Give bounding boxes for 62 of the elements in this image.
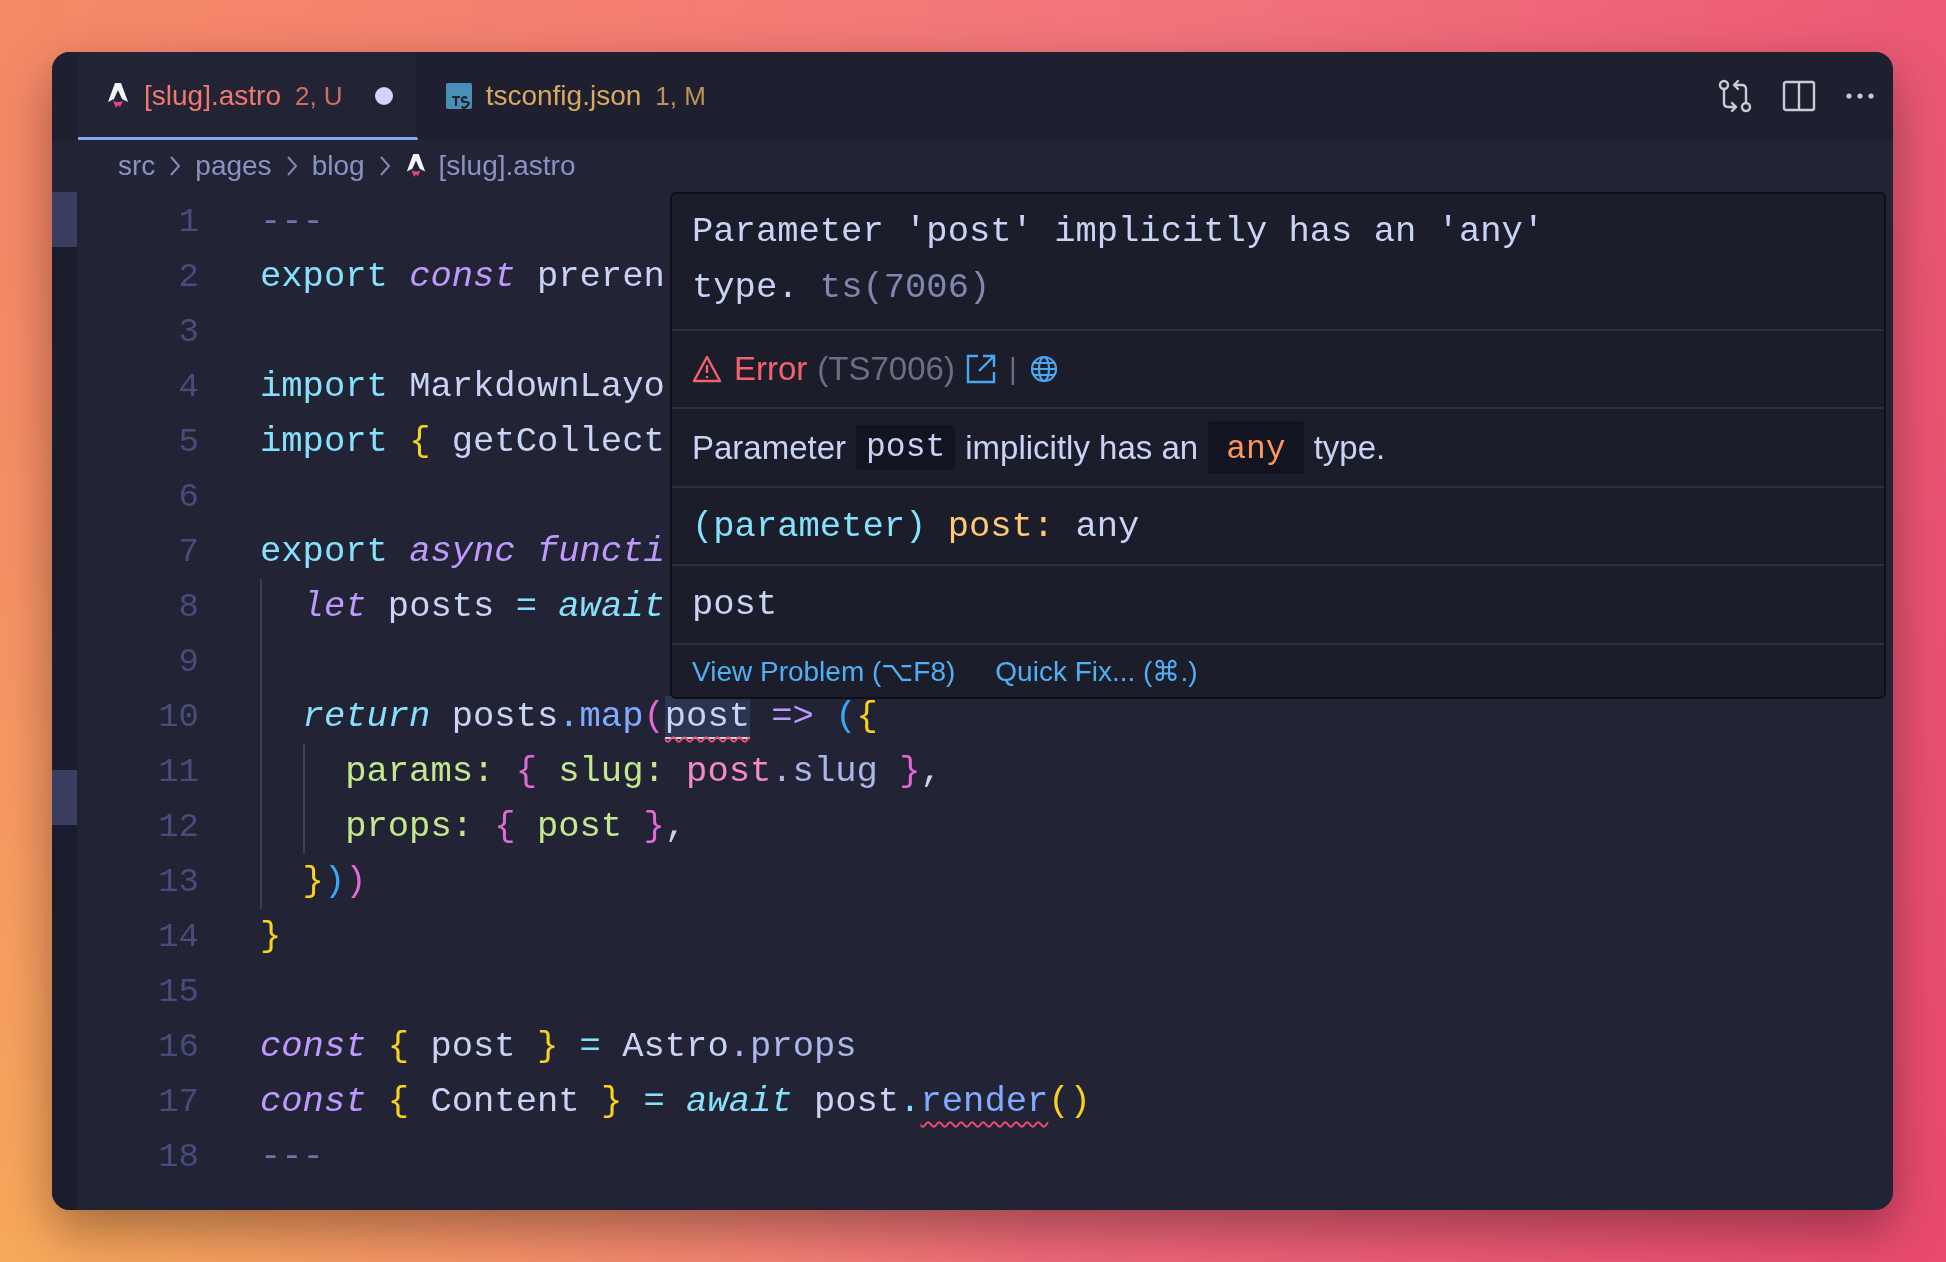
problem-severity: Error — [734, 350, 808, 388]
problem-code: (TS7006) — [817, 350, 955, 388]
line-number: 2 — [177, 257, 199, 296]
breadcrumb-item[interactable]: pages — [195, 150, 272, 182]
editor-tab[interactable]: tsconfig.json 1, M — [417, 52, 739, 140]
code-line: let posts = await — [301, 585, 665, 629]
code-line: --- — [260, 200, 324, 244]
code-line: export const preren — [260, 255, 665, 299]
code-line: import MarkdownLayo — [260, 365, 665, 409]
line-number: 17 — [157, 1082, 199, 1121]
tab-status: 1, M — [655, 80, 706, 112]
line-number: 7 — [177, 532, 199, 571]
line-number: 12 — [157, 807, 199, 846]
separator: | — [1008, 352, 1017, 386]
line-number: 18 — [157, 1137, 199, 1176]
line-number: 14 — [157, 917, 199, 956]
type-signature: (parameter) post: any — [672, 488, 1884, 566]
line-number: 6 — [177, 477, 199, 516]
code-line: import { getCollect — [260, 420, 665, 464]
line-number: 8 — [177, 587, 199, 626]
line-number: 9 — [177, 642, 199, 681]
split-editor-icon[interactable] — [1781, 78, 1817, 114]
problem-description: Parameter post implicitly has an any type. — [692, 421, 1386, 474]
code-line: const { Content } = await post.render() — [260, 1080, 1091, 1124]
globe-icon[interactable] — [1028, 354, 1059, 384]
code-line: --- — [260, 1135, 324, 1179]
action-link[interactable]: View Problem (⌥F8) — [692, 654, 956, 688]
line-number: 15 — [157, 972, 199, 1011]
line-number: 10 — [157, 697, 199, 736]
line-number: 13 — [157, 862, 199, 901]
code-line: })) — [301, 860, 367, 904]
rocket-icon — [106, 82, 130, 110]
external-link-icon[interactable] — [964, 353, 997, 385]
code-line: } — [260, 915, 282, 959]
tab-status: 2, U — [294, 80, 343, 112]
chevron-icon — [378, 155, 391, 177]
tab-label: [slug].astro — [144, 80, 281, 112]
ts-file-icon — [445, 83, 472, 109]
chevron-icon — [285, 155, 298, 177]
error-message: Parameter 'post' implicitly has an 'any' type. ts(7006) — [692, 210, 1546, 310]
symbol-name: post — [692, 584, 778, 625]
rocket-icon — [404, 153, 427, 179]
compare-changes-icon[interactable] — [1717, 78, 1753, 114]
line-number: 5 — [177, 422, 199, 461]
line-number: 16 — [157, 1027, 199, 1066]
code-line: params: { slug: post.slug }, — [344, 750, 942, 794]
breadcrumb-item[interactable]: blog — [311, 150, 365, 182]
breadcrumb-item[interactable]: src — [118, 150, 156, 182]
line-number: 4 — [177, 367, 199, 406]
line-number: 11 — [157, 752, 199, 791]
code-line: props: { post }, — [344, 805, 687, 849]
line-number: 1 — [177, 202, 199, 241]
editor-tab[interactable]: [slug].astro 2, U — [78, 52, 418, 140]
warning-icon — [692, 355, 722, 383]
more-icon[interactable] — [1845, 92, 1875, 100]
action-link[interactable]: Quick Fix... (⌘.) — [995, 654, 1198, 688]
breadcrumb-item[interactable]: [slug].astro — [438, 150, 576, 182]
line-number: 3 — [177, 312, 199, 351]
code-line: const { post } = Astro.props — [260, 1025, 857, 1069]
tab-label: tsconfig.json — [485, 80, 642, 112]
chevron-icon — [169, 155, 182, 177]
code-line: export async functi — [260, 530, 665, 574]
